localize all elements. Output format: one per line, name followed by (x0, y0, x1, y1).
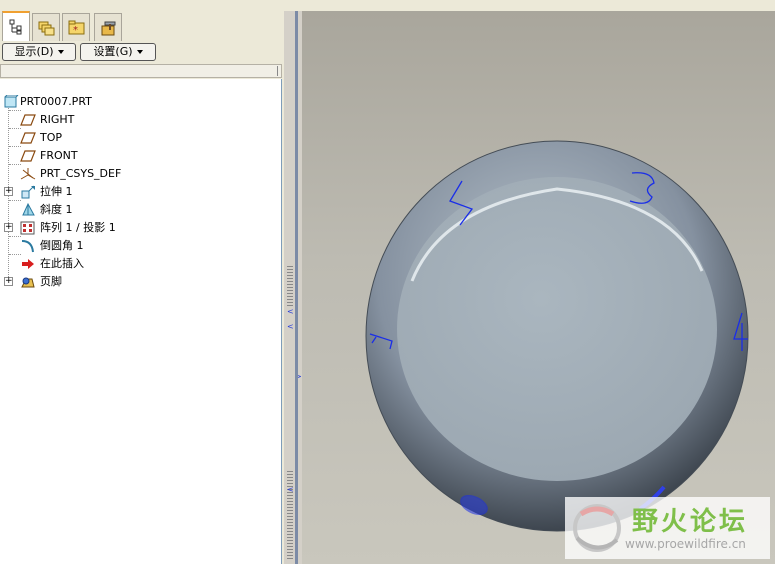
settings-menu-button[interactable]: 设置(G) (80, 43, 156, 61)
model-tree: PRT0007.PRT RIGHT TOP FRONT PRT_CSYS_DEF… (0, 79, 282, 564)
show-menu-button[interactable]: 显示(D) (2, 43, 76, 61)
extrude-icon (21, 185, 35, 199)
part-icon (4, 95, 19, 108)
tree-item-label: 在此插入 (40, 257, 84, 270)
panel-splitter[interactable]: < < > < (284, 11, 302, 564)
footer-icon (21, 277, 35, 288)
tree-connector-line (9, 200, 21, 201)
tree-item-label: TOP (40, 131, 63, 144)
tree-connector-line (9, 128, 21, 129)
graphics-window[interactable] (302, 11, 775, 564)
datum-plane-icon (20, 132, 36, 144)
model-tree-icon (9, 19, 22, 35)
splitter-bar (295, 11, 298, 564)
tab-folder-browser[interactable] (32, 13, 60, 41)
knob-top-face (397, 177, 717, 481)
folder-browser-icon (38, 21, 55, 36)
watermark-url: www.proewildfire.cn (625, 537, 746, 551)
tree-column-header[interactable] (0, 64, 282, 78)
chevron-down-icon (136, 50, 143, 54)
tree-item-label: RIGHT (40, 113, 75, 126)
chevron-down-icon (57, 50, 64, 54)
collapse-left-icon[interactable]: < (287, 323, 294, 331)
tree-item-label: 斜度 1 (40, 203, 73, 216)
show-menu-label: 显示(D) (14, 45, 54, 58)
collapse-left-icon[interactable]: < (287, 308, 294, 316)
tree-connector-line (9, 164, 21, 165)
tree-item-label: 倒圆角 1 (40, 239, 84, 252)
favorites-icon: * (68, 20, 85, 36)
round-icon (21, 240, 34, 253)
tree-item-label: 阵列 1 / 投影 1 (40, 221, 116, 234)
settings-menu-label: 设置(G) (93, 45, 133, 58)
expand-toggle[interactable]: + (4, 187, 13, 196)
tree-connector-line (9, 146, 21, 147)
model-tree-toolbar: 显示(D) 设置(G) (0, 41, 284, 63)
pattern-icon (20, 221, 35, 235)
watermark-text: 野火论坛 (632, 507, 749, 537)
coordinate-system-icon (20, 168, 36, 180)
tree-item-label: PRT_CSYS_DEF (40, 167, 122, 180)
tab-favorites[interactable]: * (62, 13, 90, 41)
tree-item-label: 页脚 (40, 275, 62, 288)
tree-item-label: 拉伸 1 (40, 185, 73, 198)
svg-text:*: * (73, 25, 78, 36)
tree-root-label: PRT0007.PRT (20, 95, 92, 108)
connections-icon (101, 21, 116, 36)
forum-watermark: 野火论坛 www.proewildfire.cn (565, 497, 770, 559)
column-resize-handle[interactable] (277, 66, 278, 76)
datum-plane-icon (20, 114, 36, 126)
datum-plane-icon (20, 150, 36, 162)
tree-connector-line (9, 254, 21, 255)
insert-here-icon (22, 259, 34, 269)
expand-toggle[interactable]: + (4, 277, 13, 286)
tab-connections[interactable] (94, 13, 122, 41)
draft-icon (22, 203, 35, 216)
forum-logo-icon (573, 504, 621, 552)
tab-model-tree[interactable] (2, 11, 30, 41)
splitter-grip[interactable] (287, 266, 293, 306)
expand-toggle[interactable]: + (4, 223, 13, 232)
tree-item-label: FRONT (40, 149, 78, 162)
model-view (365, 140, 749, 532)
collapse-left-icon[interactable]: < (287, 486, 294, 494)
navigator-panel: * 显示(D) 设置(G) PRT0007.PRT RIGHT TOP FRON… (0, 11, 284, 564)
tree-connector-line (9, 236, 21, 237)
navigator-tab-bar: * (0, 11, 284, 41)
